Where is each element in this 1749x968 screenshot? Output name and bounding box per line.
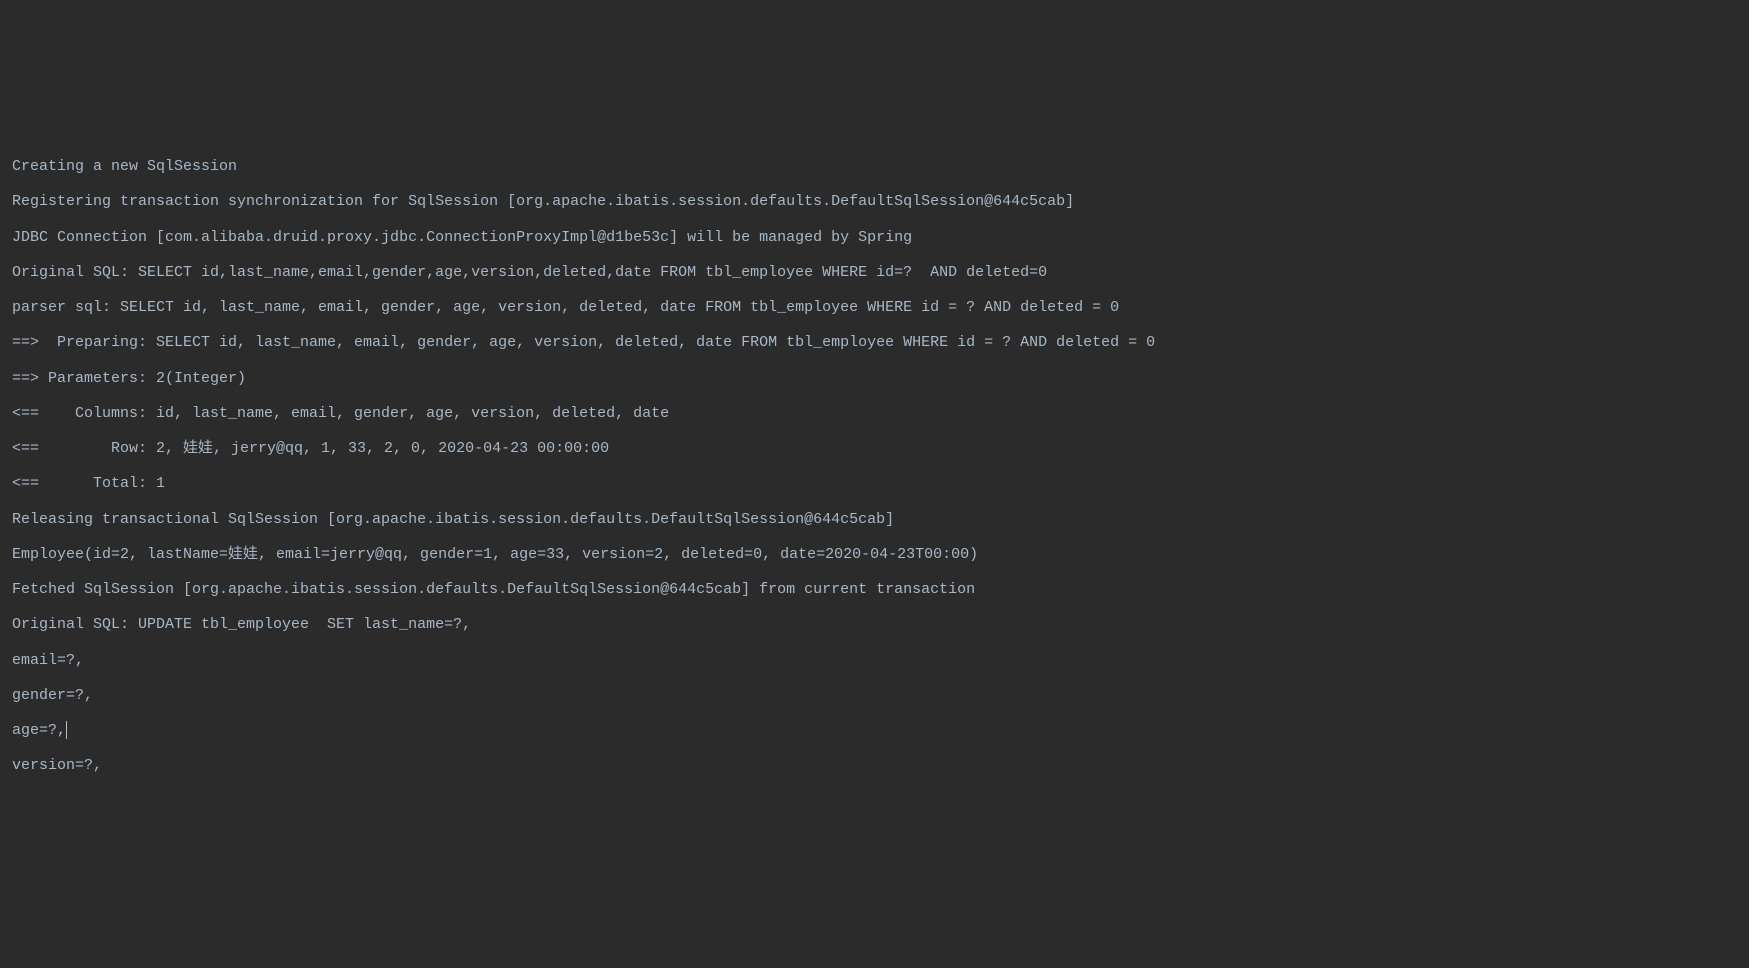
log-line: age=?, [12, 713, 1737, 748]
log-line: email=?, [12, 643, 1737, 678]
log-line: version=?, [12, 748, 1737, 783]
log-line: <== Columns: id, last_name, email, gende… [12, 396, 1737, 431]
log-line: <== Row: 2, 娃娃, jerry@qq, 1, 33, 2, 0, 2… [12, 431, 1737, 466]
log-line: Fetched SqlSession [org.apache.ibatis.se… [12, 572, 1737, 607]
console-output[interactable]: Creating a new SqlSessionRegistering tra… [12, 149, 1737, 784]
log-line: Releasing transactional SqlSession [org.… [12, 502, 1737, 537]
text-cursor [66, 721, 67, 739]
log-line: Employee(id=2, lastName=娃娃, email=jerry@… [12, 537, 1737, 572]
log-line: <== Total: 1 [12, 466, 1737, 501]
log-line: Original SQL: SELECT id,last_name,email,… [12, 255, 1737, 290]
log-line: Creating a new SqlSession [12, 149, 1737, 184]
log-line: Registering transaction synchronization … [12, 184, 1737, 219]
log-line: ==> Parameters: 2(Integer) [12, 361, 1737, 396]
log-line: gender=?, [12, 678, 1737, 713]
log-line: Original SQL: UPDATE tbl_employee SET la… [12, 607, 1737, 642]
log-line: parser sql: SELECT id, last_name, email,… [12, 290, 1737, 325]
log-line: JDBC Connection [com.alibaba.druid.proxy… [12, 220, 1737, 255]
log-line: ==> Preparing: SELECT id, last_name, ema… [12, 325, 1737, 360]
